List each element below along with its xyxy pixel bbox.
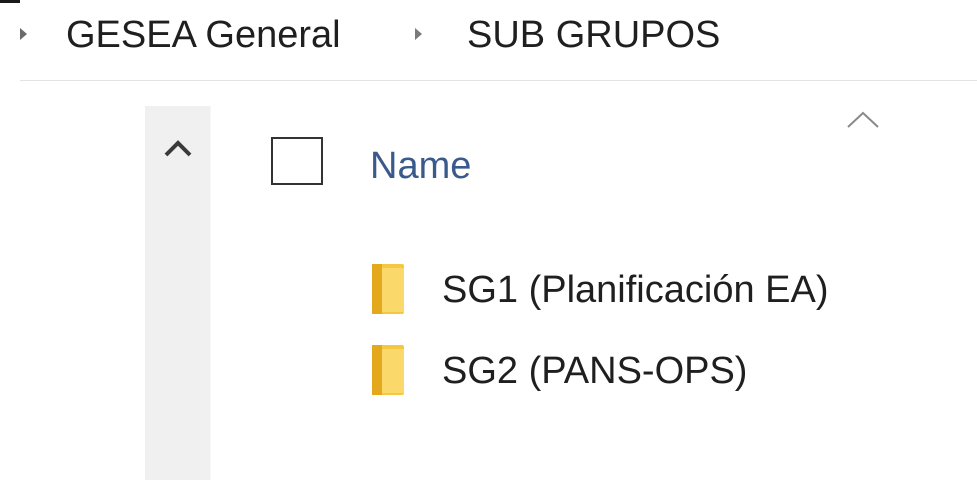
folder-icon xyxy=(370,262,406,318)
breadcrumb-item-sub-grupos[interactable]: SUB GRUPOS xyxy=(467,12,720,58)
breadcrumb-separator-chevron-icon[interactable] xyxy=(415,28,422,40)
breadcrumb-expand-chevron-icon[interactable] xyxy=(20,28,27,40)
folder-icon xyxy=(370,343,406,399)
list-item-name[interactable]: SG2 (PANS-OPS) xyxy=(442,348,747,394)
list-item[interactable]: SG2 (PANS-OPS) xyxy=(360,343,960,403)
list-item-name[interactable]: SG1 (Planificación EA) xyxy=(442,267,829,313)
breadcrumb-item-gesea-general[interactable]: GESEA General xyxy=(66,12,341,58)
column-header-name[interactable]: Name xyxy=(370,143,471,189)
scroll-up-arrow-icon[interactable] xyxy=(161,136,195,160)
breadcrumb: GESEA General SUB GRUPOS xyxy=(0,0,977,80)
navigation-pane-scrollbar[interactable] xyxy=(145,106,210,480)
sort-ascending-icon xyxy=(846,110,880,130)
select-all-checkbox[interactable] xyxy=(271,137,323,185)
navigation-pane-edge xyxy=(210,106,211,480)
file-explorer-window: GESEA General SUB GRUPOS Name SG1 (Plani… xyxy=(0,0,977,480)
list-item[interactable]: SG1 (Planificación EA) xyxy=(360,262,960,322)
address-bar-divider xyxy=(20,80,977,81)
